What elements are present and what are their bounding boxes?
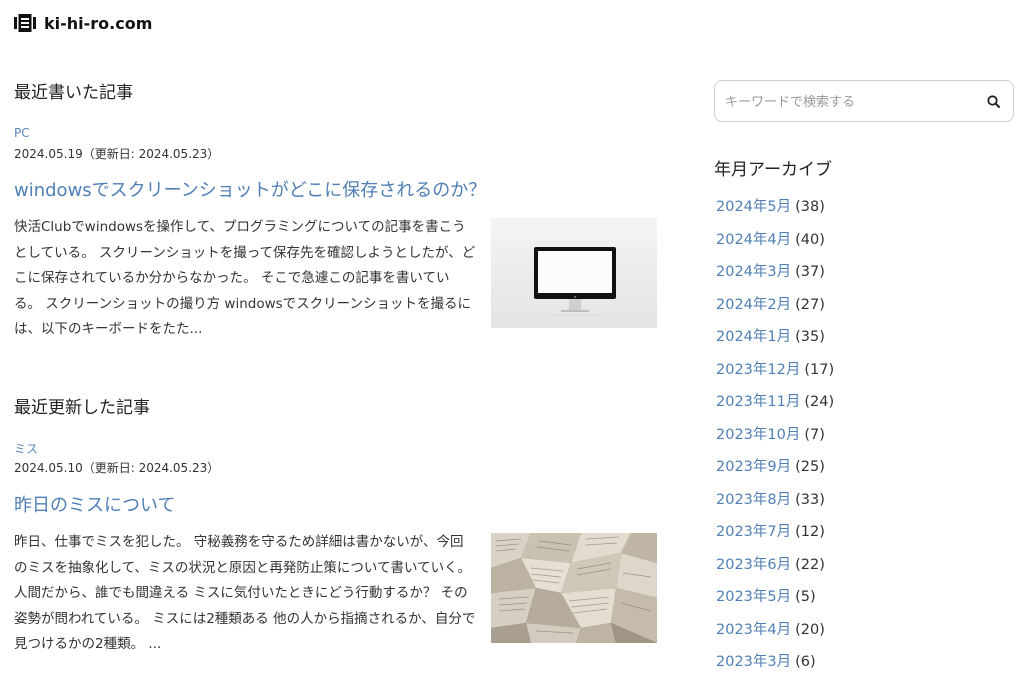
- archive-month-link[interactable]: 2023年10月: [716, 427, 800, 443]
- archive-item: 2023年10月 (7): [716, 423, 834, 456]
- archive-month-link[interactable]: 2023年7月: [716, 524, 791, 540]
- archive-post-count: (40): [795, 231, 825, 248]
- site-logo-icon[interactable]: [14, 12, 36, 34]
- archive-list: 2024年5月 (38) 2024年4月 (40) 2024年3月 (37) 2024年2月…: [716, 195, 834, 683]
- archive-item: 2023年7月 (12): [716, 520, 834, 553]
- post-title-link[interactable]: windowsでスクリーンショットがどこに保存されるのか？: [14, 176, 486, 202]
- site-name-link[interactable]: ki-hi-ro.com: [44, 14, 152, 33]
- archive-item: 2024年3月 (37): [716, 260, 834, 293]
- monitor-image: [491, 218, 657, 328]
- post-excerpt: 昨日、仕事でミスを犯した。 守秘義務を守るため詳細は書かないが、今回のミスを抽象…: [14, 534, 476, 653]
- archive-month-link[interactable]: 2024年2月: [716, 297, 791, 313]
- archive-item: 2023年9月 (25): [716, 455, 834, 488]
- archive-item: 2023年3月 (6): [716, 650, 834, 683]
- search-button[interactable]: [985, 93, 1003, 111]
- archive-item: 2024年2月 (27): [716, 293, 834, 326]
- crumpled-paper-image: [491, 533, 657, 643]
- archive-month-link[interactable]: 2024年5月: [716, 199, 791, 215]
- archive-month-link[interactable]: 2023年3月: [716, 654, 791, 670]
- archive-month-link[interactable]: 2023年8月: [716, 492, 791, 508]
- post-date: 2024.05.10（更新日: 2024.05.23）: [14, 461, 220, 475]
- archive-post-count: (12): [795, 524, 825, 540]
- archive-item: 2024年4月 (40): [716, 228, 834, 261]
- archive-month-link[interactable]: 2023年5月: [716, 589, 791, 605]
- post-category-link[interactable]: ミス: [14, 440, 38, 457]
- archive-month-link[interactable]: 2024年3月: [716, 264, 791, 280]
- archive-month-link[interactable]: 2023年4月: [716, 622, 791, 638]
- post-title-link[interactable]: 昨日のミスについて: [14, 491, 175, 517]
- archive-item: 2023年12月 (17): [716, 358, 834, 391]
- archive-post-count: (17): [804, 361, 835, 378]
- archive-post-count: (27): [795, 296, 825, 313]
- archive-month-link[interactable]: 2023年6月: [716, 557, 791, 573]
- archive-item: 2023年4月 (20): [716, 618, 834, 651]
- archive-post-count: (7): [804, 426, 825, 443]
- archive-post-count: (38): [795, 199, 825, 215]
- archive-post-count: (33): [795, 491, 825, 508]
- archive-item: 2024年1月 (35): [716, 325, 834, 358]
- post-excerpt: 快活Clubでwindowsを操作して、プログラミングについての記事を書こうとし…: [14, 219, 476, 338]
- archive-post-count: (20): [795, 621, 825, 638]
- archive-post-count: (25): [795, 459, 825, 475]
- archive-item: 2023年6月 (22): [716, 553, 834, 586]
- post-thumbnail-crumpled-paper[interactable]: [491, 533, 657, 643]
- archive-month-link[interactable]: 2024年1月: [716, 329, 791, 345]
- search-icon: [987, 95, 1000, 108]
- search-input[interactable]: [725, 91, 975, 113]
- archive-heading: 年月アーカイブ: [714, 160, 832, 180]
- archive-month-link[interactable]: 2023年9月: [716, 459, 791, 475]
- archive-item: 2023年8月 (33): [716, 488, 834, 521]
- archive-month-link[interactable]: 2023年11月: [716, 394, 800, 410]
- archive-post-count: (22): [795, 556, 825, 573]
- archive-post-count: (24): [804, 394, 835, 410]
- recent-posts-heading: 最近書いた記事: [14, 83, 133, 103]
- post-thumbnail-monitor[interactable]: [491, 218, 657, 328]
- archive-post-count: (35): [795, 329, 825, 345]
- archive-month-link[interactable]: 2023年12月: [716, 362, 800, 378]
- search-box: [714, 80, 1014, 122]
- archive-post-count: (6): [795, 654, 816, 670]
- archive-item: 2023年5月 (5): [716, 585, 834, 618]
- recently-updated-heading: 最近更新した記事: [14, 398, 150, 418]
- post-category-link[interactable]: PC: [14, 126, 30, 140]
- post-date: 2024.05.19（更新日: 2024.05.23）: [14, 147, 220, 161]
- archive-item: 2023年11月 (24): [716, 390, 834, 423]
- archive-post-count: (5): [795, 589, 816, 605]
- archive-month-link[interactable]: 2024年4月: [716, 232, 791, 248]
- site-header: ki-hi-ro.com: [14, 10, 152, 36]
- archive-post-count: (37): [795, 264, 825, 280]
- archive-item: 2024年5月 (38): [716, 195, 834, 228]
